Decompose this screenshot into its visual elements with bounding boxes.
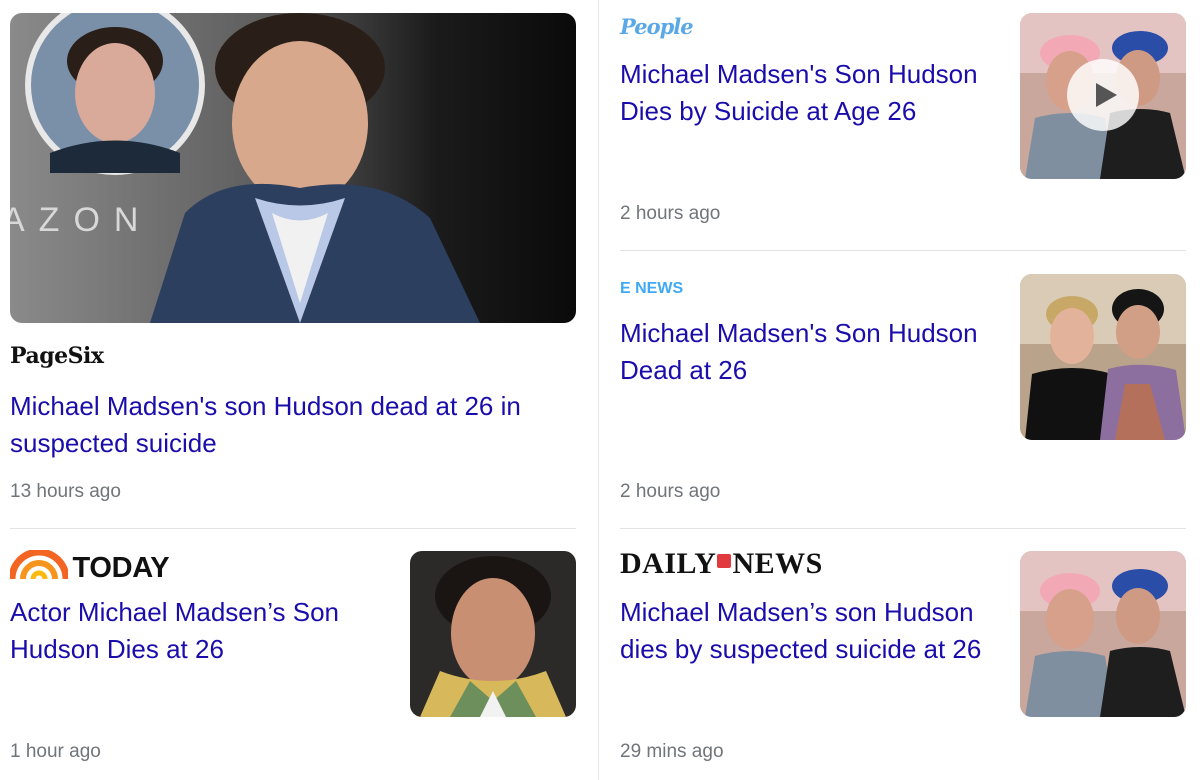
article-thumbnail[interactable] xyxy=(410,551,576,717)
news-card-today[interactable]: TODAY Actor Michael Madsen’s Son Hudson … xyxy=(0,535,590,780)
article-timestamp: 1 hour ago xyxy=(10,741,101,762)
article-timestamp: 29 mins ago xyxy=(620,741,724,762)
source-logo-today: TODAY xyxy=(8,548,170,584)
article-thumbnail[interactable] xyxy=(1020,551,1186,717)
article-thumbnail[interactable] xyxy=(1020,13,1186,179)
article-thumbnail[interactable] xyxy=(1020,274,1186,440)
article-timestamp: 13 hours ago xyxy=(10,481,121,502)
source-logo-pagesix: PageSix xyxy=(10,343,104,369)
article-headline[interactable]: Michael Madsen's Son Hudson Dies by Suic… xyxy=(620,56,1005,129)
dailynews-word-2: NEWS xyxy=(732,547,823,580)
article-timestamp: 2 hours ago xyxy=(620,481,721,502)
divider-line xyxy=(10,528,576,529)
news-card-people[interactable]: People Michael Madsen's Son Hudson Dies … xyxy=(610,0,1200,250)
divider-line xyxy=(620,250,1186,251)
source-logo-enews: E NEWS xyxy=(620,280,684,297)
today-wordmark: TODAY xyxy=(72,552,170,584)
article-headline[interactable]: Michael Madsen's Son Hudson Dead at 26 xyxy=(620,315,1005,388)
dailynews-word-1: DAILY xyxy=(620,547,717,580)
divider-line xyxy=(620,528,1186,529)
article-timestamp: 2 hours ago xyxy=(620,203,721,224)
article-headline[interactable]: Michael Madsen's son Hudson dead at 26 i… xyxy=(10,388,585,461)
article-headline[interactable]: Actor Michael Madsen’s Son Hudson Dies a… xyxy=(10,594,395,667)
article-headline[interactable]: Michael Madsen’s son Hudson dies by susp… xyxy=(620,594,1005,667)
play-icon[interactable] xyxy=(1067,59,1139,131)
article-image[interactable]: AZON xyxy=(10,13,576,323)
news-card-enews[interactable]: E NEWS Michael Madsen's Son Hudson Dead … xyxy=(610,258,1200,528)
news-card-pagesix[interactable]: AZON PageSix Michael Madsen's son Hudson… xyxy=(0,0,590,520)
today-rainbow-icon xyxy=(8,548,70,580)
dailynews-mark-icon xyxy=(717,554,732,568)
source-logo-people: People xyxy=(620,14,694,39)
column-divider xyxy=(598,0,599,780)
wall-text: AZON xyxy=(10,201,152,239)
source-logo-dailynews: DAILY NEWS xyxy=(620,547,823,581)
news-card-dailynews[interactable]: DAILY NEWS Michael Madsen’s son Hudson di… xyxy=(610,535,1200,780)
